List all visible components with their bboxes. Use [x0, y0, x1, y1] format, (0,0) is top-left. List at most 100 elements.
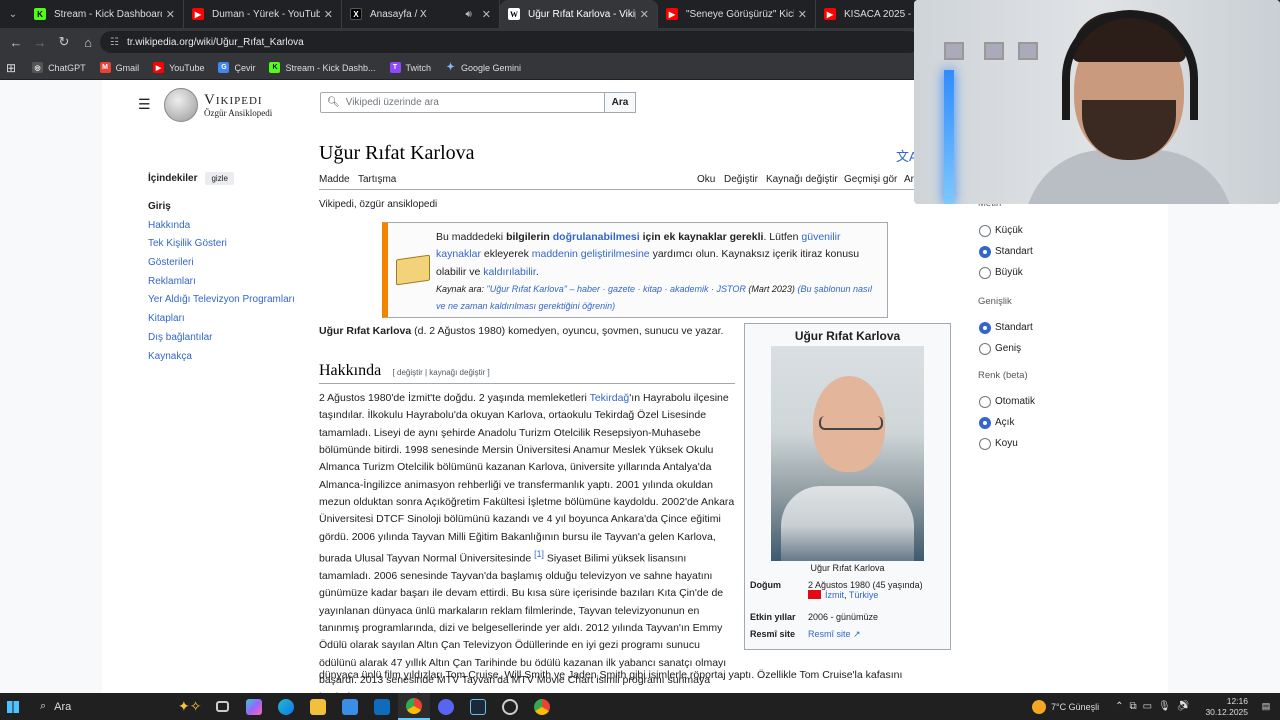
portrait-photo[interactable]: [771, 346, 924, 561]
notice-fragment: Bu maddedeki: [436, 231, 504, 243]
turkey-flag-icon: [808, 590, 821, 599]
option-label: Geniş: [995, 343, 1022, 354]
izmit-link[interactable]: İzmit: [825, 590, 844, 600]
reference-link[interactable]: [1]: [534, 549, 544, 559]
store-button[interactable]: [334, 693, 366, 720]
tab-history[interactable]: Geçmişi gör: [844, 174, 897, 185]
edge-button[interactable]: [270, 693, 302, 720]
outlook-button[interactable]: [366, 693, 398, 720]
option-color-auto[interactable]: Otomatik: [978, 391, 1118, 412]
removal-link[interactable]: kaldırılabilir: [483, 266, 536, 278]
tab-kick-dashboard[interactable]: K Stream - Kick Dashboard ✕: [26, 0, 184, 28]
tab-wikipedia-karlova[interactable]: W Uğur Rıfat Karlova - Vikipedi ✕: [500, 0, 658, 28]
toc-item-kitaplari[interactable]: Kitapları: [148, 313, 298, 332]
close-icon[interactable]: ✕: [324, 8, 333, 21]
main-menu-icon[interactable]: ☰: [138, 96, 152, 113]
tab-read[interactable]: Oku: [697, 174, 715, 185]
option-color-light[interactable]: Açık: [978, 412, 1118, 433]
close-icon[interactable]: ✕: [640, 8, 649, 21]
tab-edit-source[interactable]: Kaynağı değiştir: [766, 174, 838, 185]
twitch-icon: T: [389, 62, 401, 73]
clock[interactable]: 12:16 30.12.2025: [1205, 696, 1248, 718]
chrome-button[interactable]: [398, 693, 430, 720]
edge-icon: [278, 698, 294, 715]
apps-icon[interactable]: ⊞: [6, 61, 16, 75]
back-icon[interactable]: ←: [4, 35, 28, 50]
bookmark-gmail[interactable]: M Gmail: [99, 62, 139, 73]
radio-icon: [979, 266, 991, 279]
bookmark-twitch[interactable]: T Twitch: [389, 62, 431, 73]
tab-search-icon[interactable]: ⌄: [0, 0, 26, 28]
chatgpt-icon: ◎: [32, 62, 44, 73]
toc-item-reklamlari[interactable]: Reklamları: [148, 276, 298, 295]
bookmark-kick[interactable]: K Stream - Kick Dashb...: [269, 62, 376, 73]
copilot-button[interactable]: [238, 693, 270, 720]
option-color-dark[interactable]: Koyu: [978, 433, 1118, 454]
forward-icon[interactable]: →: [28, 35, 52, 50]
wikipedia-icon: W: [508, 8, 520, 20]
toc-item-kaynakca[interactable]: Kaynakça: [148, 351, 298, 370]
tab-edit[interactable]: Değiştir: [724, 174, 758, 185]
tray-icons[interactable]: ⌃⧉▭🎙︎🔊︎: [1115, 701, 1195, 712]
taskbar-search[interactable]: ⌕ Ara ✦✧: [26, 696, 206, 718]
toc-hide-button[interactable]: gizle: [205, 172, 234, 185]
reload-icon[interactable]: ↻: [52, 34, 76, 50]
search-button[interactable]: Ara: [604, 92, 636, 113]
bookmark-chatgpt[interactable]: ◎ ChatGPT: [32, 62, 86, 73]
section-edit-links[interactable]: [ değiştir | kaynağı değiştir ]: [393, 368, 490, 377]
steam-button[interactable]: [462, 693, 494, 720]
tekirdag-link[interactable]: Tekirdağ: [590, 392, 630, 404]
toc-item-giris[interactable]: Giriş: [148, 201, 298, 220]
option-text-large[interactable]: Büyük: [978, 262, 1118, 283]
bookmark-gemini[interactable]: ✦ Google Gemini: [445, 62, 521, 73]
start-button[interactable]: [0, 693, 26, 720]
tab-tools[interactable]: Ar: [904, 174, 914, 185]
option-text-standard[interactable]: Standart: [978, 241, 1118, 262]
search-input[interactable]: 🔍︎ Vikipedi üzerinde ara: [320, 92, 606, 113]
discord-button[interactable]: [430, 693, 462, 720]
address-bar[interactable]: ☷ tr.wikipedia.org/wiki/Uğur_Rıfat_Karlo…: [100, 31, 920, 53]
wikipedia-logo[interactable]: Vikipedi Özgür Ansiklopedi: [164, 88, 272, 122]
home-icon[interactable]: ⌂: [76, 35, 100, 50]
width-header: Genişlik: [978, 296, 1012, 307]
option-width-wide[interactable]: Geniş: [978, 338, 1118, 359]
notice-fragment: . Lütfen: [763, 231, 799, 243]
radio-icon: [979, 437, 991, 450]
logo-title: Vikipedi: [204, 92, 263, 108]
toc-item-gosterileri[interactable]: Gösterileri: [148, 257, 298, 276]
body-fragment: 2 Ağustos 1980'de İzmit'te doğdu. 2 yaşı…: [319, 392, 590, 404]
tab-youtube-duman[interactable]: ▶ Duman - Yürek - YouTube ✕: [184, 0, 342, 28]
bookmark-youtube[interactable]: ▶ YouTube: [153, 62, 204, 73]
notification-icon[interactable]: ▤: [1258, 701, 1274, 712]
turkiye-link[interactable]: Türkiye: [849, 590, 879, 600]
tab-talk[interactable]: Tartışma: [358, 174, 396, 185]
close-icon[interactable]: ✕: [798, 8, 807, 21]
option-width-standard[interactable]: Standart: [978, 317, 1118, 338]
obs-button[interactable]: [494, 693, 526, 720]
task-view-button[interactable]: [206, 693, 238, 720]
toc-item-dis-baglantilar[interactable]: Dış bağlantılar: [148, 332, 298, 351]
tab-title: Anasayfa / X: [370, 8, 427, 20]
tab-youtube-seneye[interactable]: ▶ "Seneye Görüşürüz" Kick & Twi ✕: [658, 0, 816, 28]
speaker-icon[interactable]: 🔊︎: [465, 9, 471, 20]
site-info-icon[interactable]: ☷: [110, 37, 119, 48]
bookmark-translate[interactable]: G Çevir: [218, 62, 255, 73]
close-icon[interactable]: ✕: [166, 8, 175, 21]
source-links[interactable]: – haber · gazete · kitap · akademik · JS…: [569, 284, 745, 294]
toc-item-hakkinda[interactable]: Hakkında: [148, 220, 298, 239]
toc-item-tv-programlari[interactable]: Yer Aldığı Televizyon Programları: [148, 294, 298, 313]
official-site-link[interactable]: Resmî site ↗: [808, 629, 861, 640]
source-query-link[interactable]: "Uğur Rıfat Karlova": [487, 284, 567, 294]
article-tabs: Madde Tartışma Oku Değiştir Kaynağı deği…: [319, 174, 915, 190]
file-explorer-button[interactable]: [302, 693, 334, 720]
tab-x-home[interactable]: X Anasayfa / X 🔊︎ ✕: [342, 0, 500, 28]
tab-article[interactable]: Madde: [319, 174, 350, 185]
close-icon[interactable]: ✕: [482, 8, 491, 21]
option-text-small[interactable]: Küçük: [978, 220, 1118, 241]
improve-article-link[interactable]: maddenin geliştirilmesine: [532, 248, 650, 260]
toc-item-tek-kisilik[interactable]: Tek Kişilik Gösteri: [148, 238, 298, 257]
weather-widget[interactable]: 7°C Güneşli: [1031, 699, 1099, 714]
book-icon: [396, 254, 430, 286]
verifiability-link[interactable]: doğrulanabilmesi: [553, 231, 640, 243]
chrome-profile-button[interactable]: [526, 693, 558, 720]
